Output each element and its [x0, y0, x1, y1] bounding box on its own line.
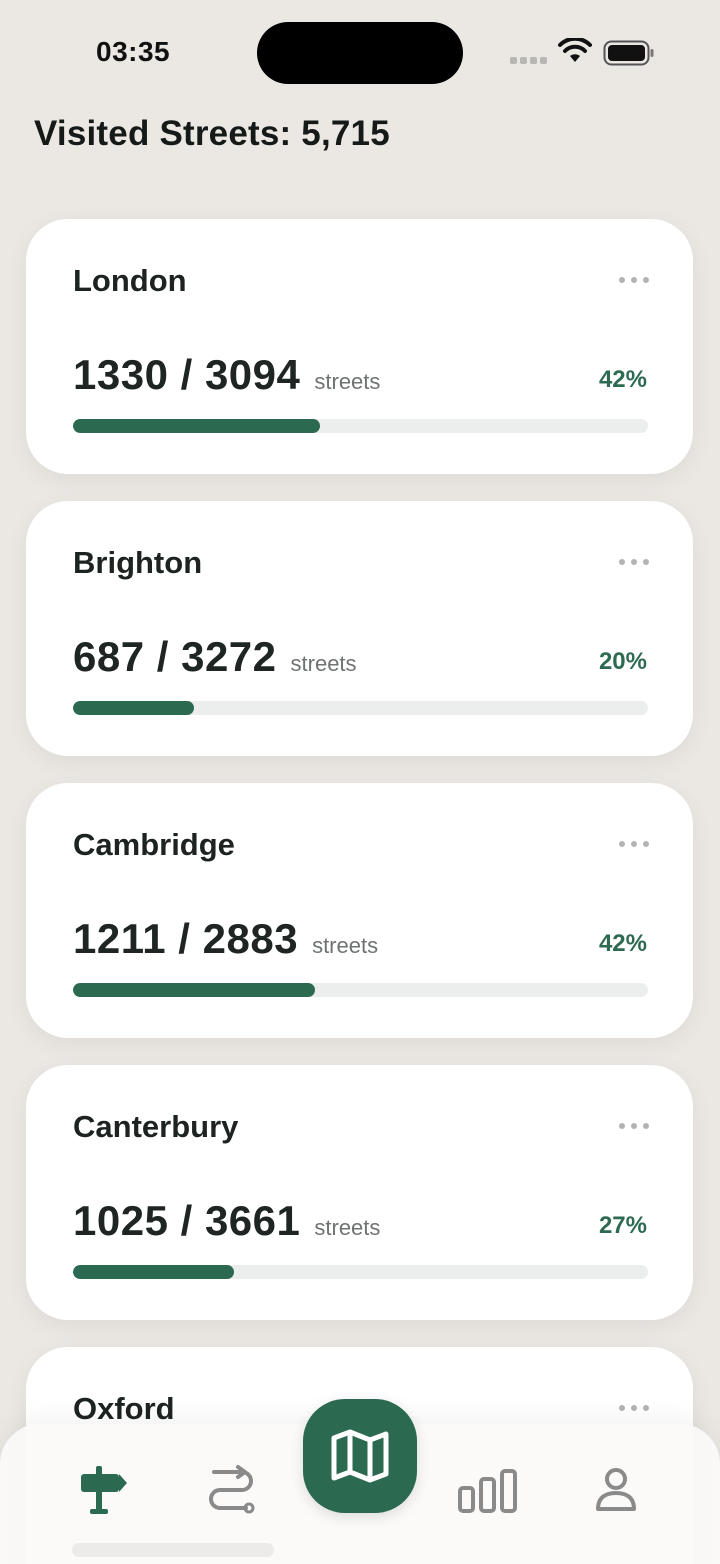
city-name: Canterbury	[73, 1109, 239, 1144]
battery-icon	[603, 40, 654, 66]
city-name: London	[73, 263, 187, 298]
more-options-icon[interactable]	[619, 1121, 649, 1131]
street-count-row: 1330 / 3094 streets	[73, 351, 380, 399]
progress-percent: 42%	[598, 930, 647, 957]
more-options-icon[interactable]	[619, 557, 649, 567]
progress-fill	[73, 1265, 234, 1279]
bar-chart-icon[interactable]	[457, 1468, 519, 1514]
street-count-row: 1025 / 3661 streets	[73, 1197, 380, 1245]
street-unit: streets	[314, 1215, 381, 1240]
street-count: 687 / 3272	[73, 633, 277, 680]
cellular-signal-icon	[510, 56, 548, 64]
street-unit: streets	[314, 369, 381, 394]
map-button[interactable]	[303, 1399, 417, 1513]
city-name: Brighton	[73, 545, 203, 580]
dynamic-island	[257, 22, 463, 84]
screen: 03:35 Visited Streets: 5,715 London 1330…	[0, 0, 720, 1564]
city-card-cambridge[interactable]: Cambridge 1211 / 2883 streets 42%	[26, 783, 693, 1038]
progress-bar	[73, 983, 648, 997]
street-count: 1025 / 3661	[73, 1197, 301, 1244]
progress-percent: 42%	[598, 366, 647, 393]
city-card-brighton[interactable]: Brighton 687 / 3272 streets 20%	[26, 501, 693, 756]
progress-fill	[73, 701, 194, 715]
person-icon[interactable]	[594, 1467, 638, 1513]
status-time: 03:35	[96, 36, 171, 67]
progress-percent: 20%	[598, 648, 647, 675]
wifi-icon	[558, 38, 592, 62]
street-count: 1330 / 3094	[73, 351, 301, 398]
city-list: London 1330 / 3094 streets 42% Brighton …	[26, 219, 693, 1564]
more-options-icon[interactable]	[619, 839, 649, 849]
city-name: Oxford	[73, 1391, 175, 1426]
street-unit: streets	[290, 651, 357, 676]
city-name: Cambridge	[73, 827, 235, 862]
city-card-canterbury[interactable]: Canterbury 1025 / 3661 streets 27%	[26, 1065, 693, 1320]
progress-bar	[73, 701, 648, 715]
street-count: 1211 / 2883	[73, 915, 299, 962]
more-options-icon[interactable]	[619, 1403, 649, 1413]
map-icon	[331, 1429, 389, 1483]
signpost-icon[interactable]	[78, 1464, 130, 1516]
progress-fill	[73, 419, 321, 433]
progress-bar	[73, 1265, 648, 1279]
page-title: Visited Streets: 5,715	[34, 114, 390, 153]
street-unit: streets	[312, 933, 379, 958]
progress-fill	[73, 983, 315, 997]
street-count-row: 1211 / 2883 streets	[73, 915, 378, 963]
home-indicator	[72, 1543, 274, 1557]
route-icon[interactable]	[206, 1464, 256, 1516]
city-card-london[interactable]: London 1330 / 3094 streets 42%	[26, 219, 693, 474]
progress-percent: 27%	[598, 1212, 647, 1239]
progress-bar	[73, 419, 648, 433]
more-options-icon[interactable]	[619, 275, 649, 285]
street-count-row: 687 / 3272 streets	[73, 633, 357, 681]
